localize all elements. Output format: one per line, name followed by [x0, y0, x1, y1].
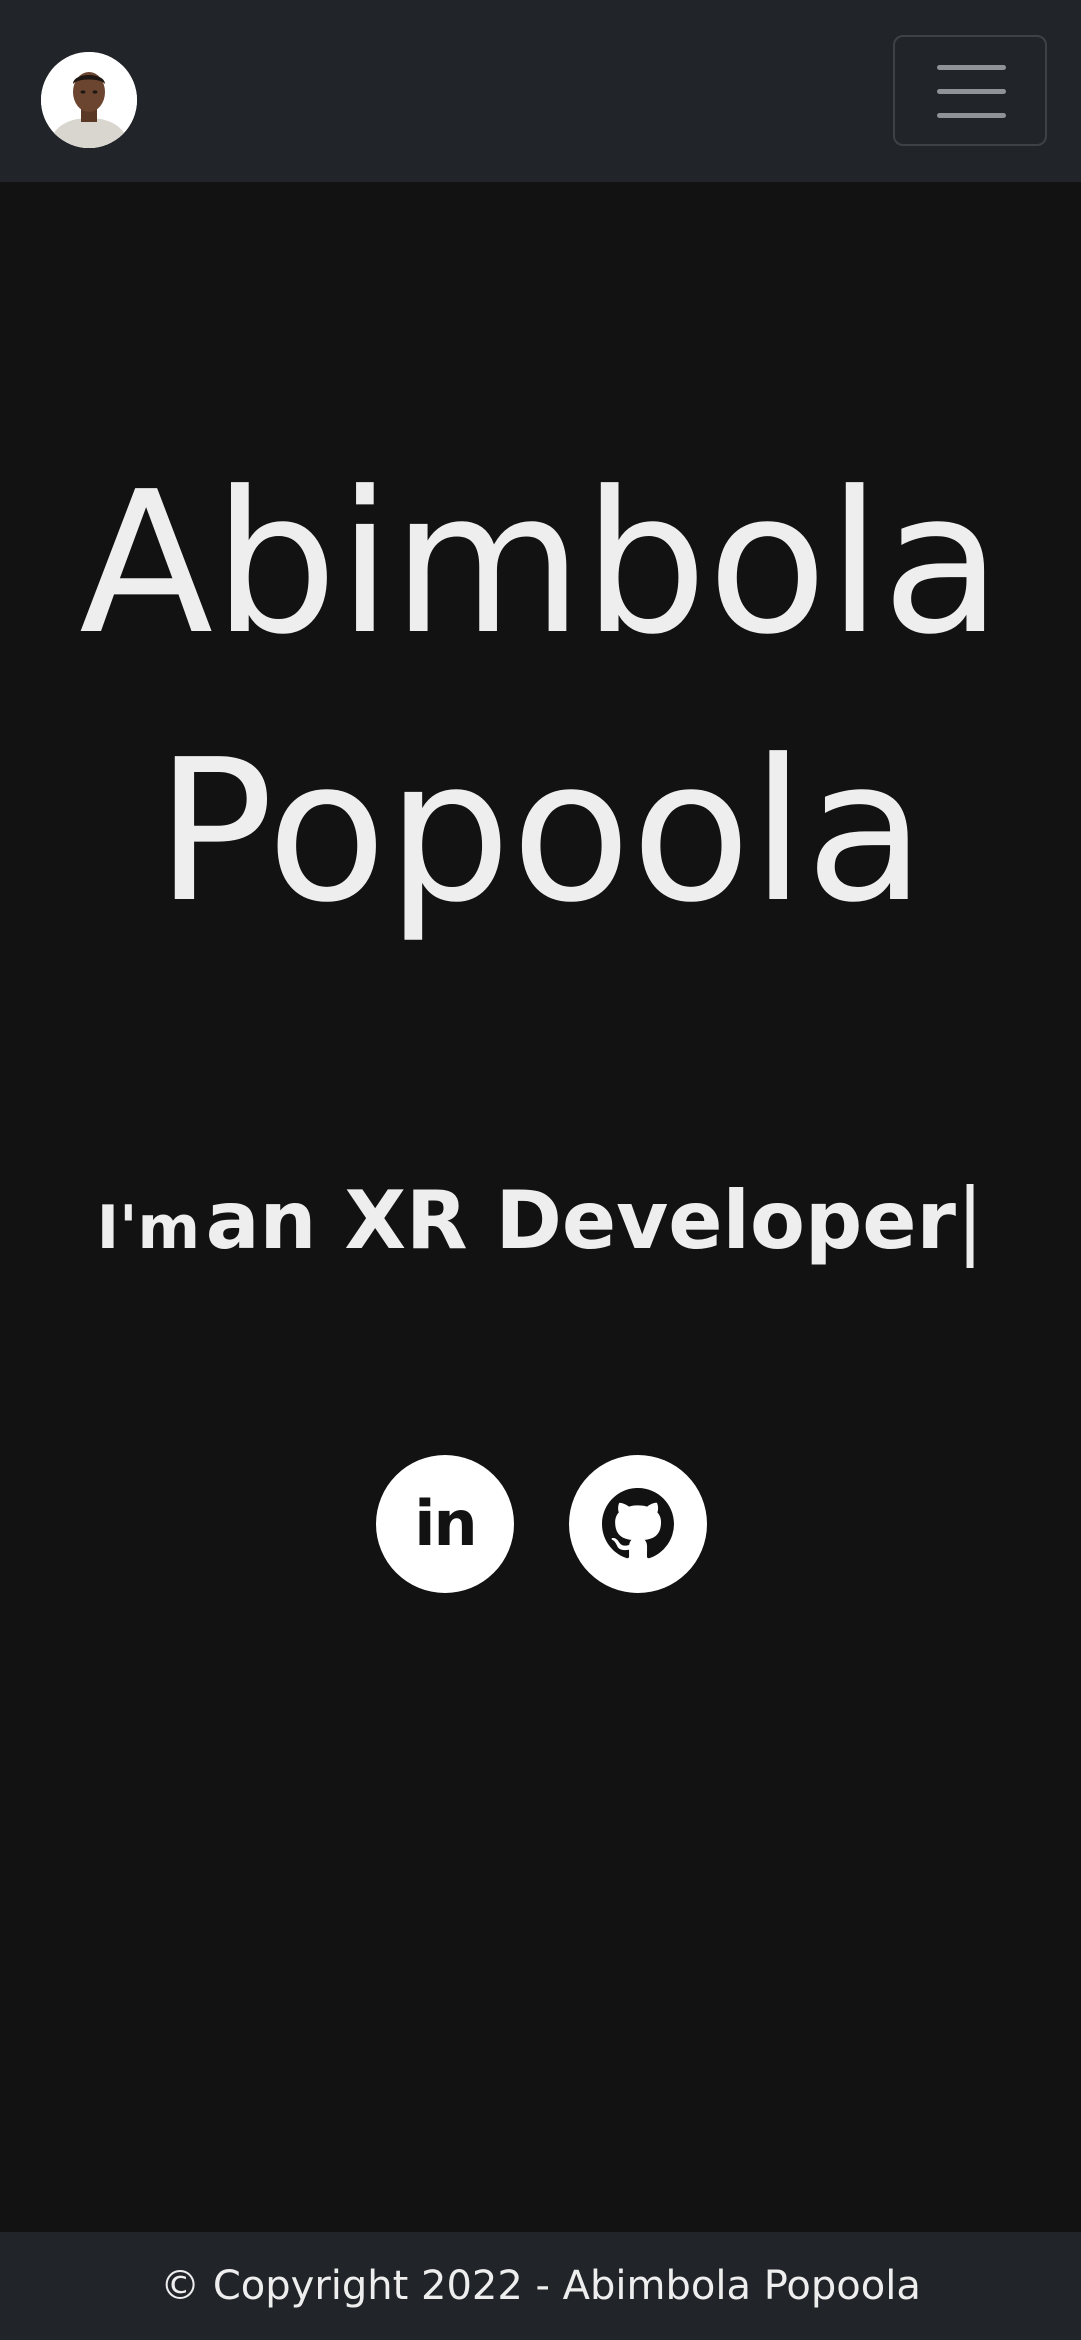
hero-name: Abimbola Popoola: [79, 450, 1002, 946]
avatar[interactable]: [41, 52, 137, 148]
typing-cursor: |: [955, 1170, 985, 1268]
menu-toggle-button[interactable]: [893, 35, 1047, 146]
github-icon: [602, 1488, 674, 1559]
linkedin-icon: in: [414, 1487, 477, 1560]
hamburger-menu-icon: [937, 65, 1006, 70]
github-link[interactable]: [569, 1455, 707, 1593]
footer: © Copyright 2022 - Abimbola Popoola: [0, 2232, 1081, 2340]
profile-photo: [41, 52, 137, 148]
hero-tagline: I'm an XR Developer|: [0, 1170, 1081, 1268]
linkedin-link[interactable]: in: [376, 1455, 514, 1593]
copyright-text: © Copyright 2022 - Abimbola Popoola: [160, 2263, 921, 2309]
hamburger-menu-icon: [937, 113, 1006, 118]
hamburger-menu-icon: [937, 89, 1006, 94]
tagline-role: an XR Developer: [205, 1174, 956, 1267]
tagline-prefix: I'm: [96, 1193, 200, 1263]
navbar: [0, 0, 1081, 182]
